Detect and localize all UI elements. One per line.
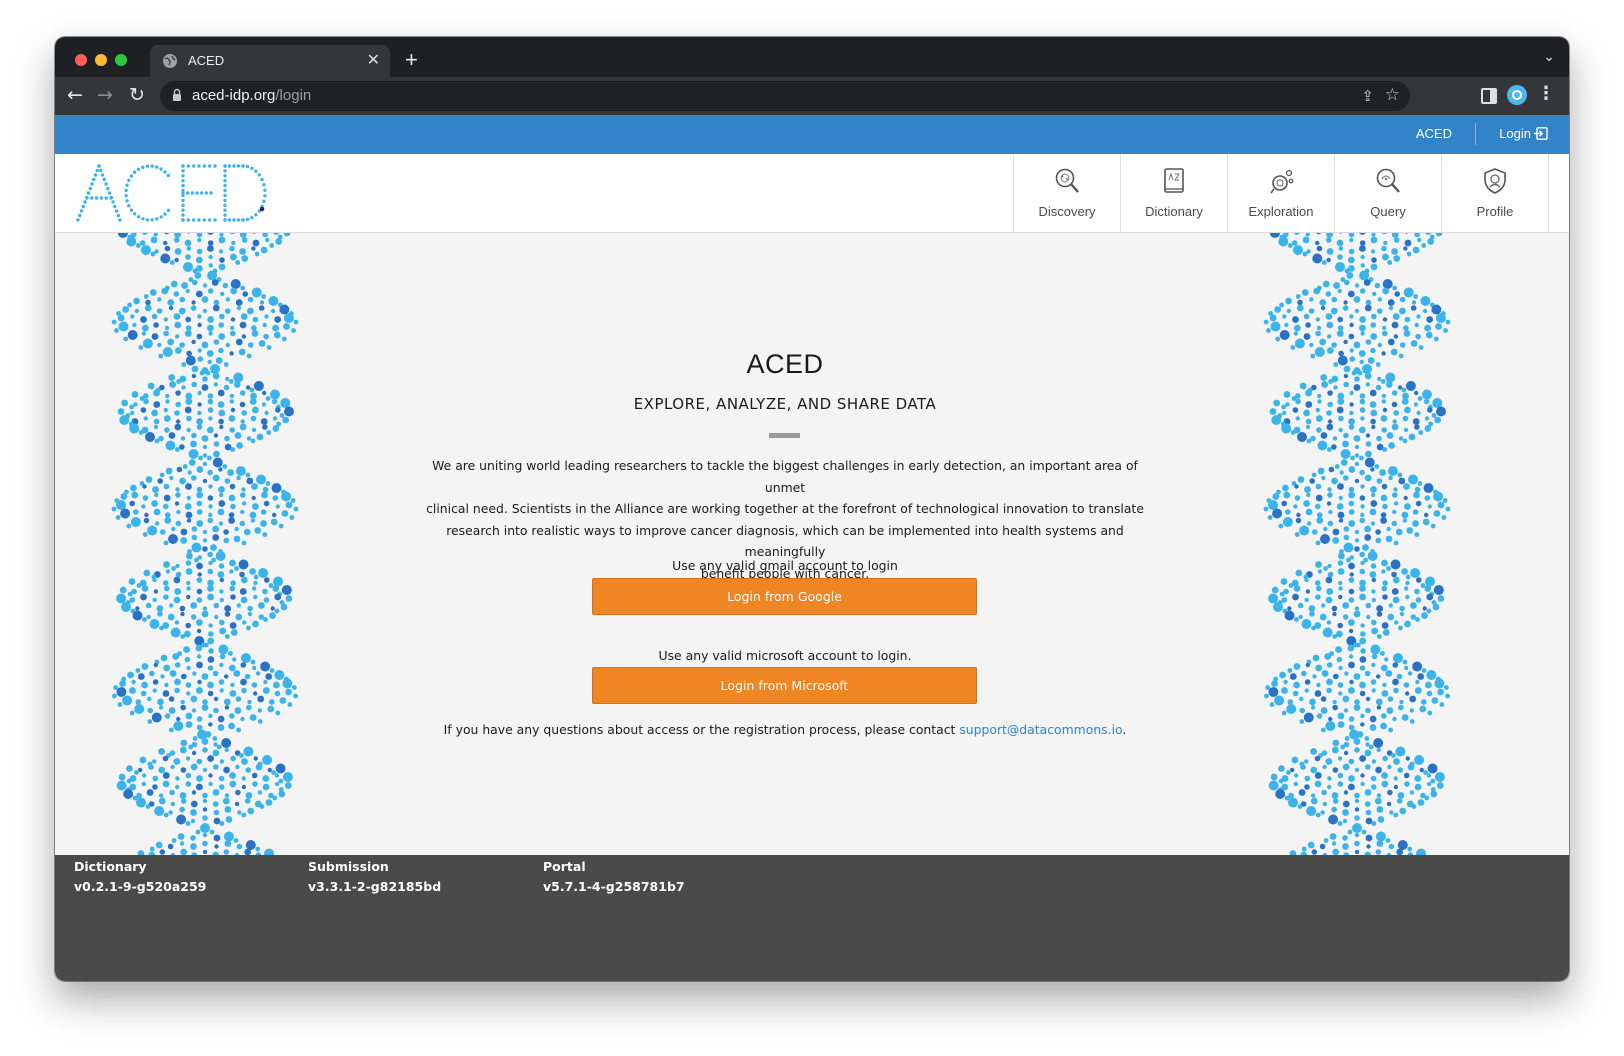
footer-version: v3.3.1-2-g82185bd <box>308 879 442 894</box>
login-microsoft-button[interactable]: Login from Microsoft <box>592 667 977 704</box>
nav-label-dictionary: Dictionary <box>1145 204 1203 219</box>
share-icon[interactable]: ⇪ <box>1361 87 1374 105</box>
discovery-icon <box>1055 168 1079 193</box>
top-bar: ACED Login <box>55 115 1569 154</box>
lock-icon <box>173 88 181 101</box>
profile-avatar-icon[interactable] <box>1507 85 1527 105</box>
footer-portal: Portal v5.7.1-4-g258781b7 <box>543 859 685 894</box>
side-panel-icon[interactable] <box>1481 88 1497 104</box>
more-menu-icon[interactable]: ⋮ <box>1537 83 1555 104</box>
footer-label: Dictionary <box>74 859 147 874</box>
globe-icon <box>163 54 177 68</box>
chevron-down-icon[interactable]: ⌄ <box>1543 49 1555 65</box>
footer-version: v0.2.1-9-g520a259 <box>74 879 207 894</box>
microsoft-login-hint: Use any valid microsoft account to login… <box>658 648 912 663</box>
dna-helix-left-image <box>111 233 299 855</box>
login-content: ACED EXPLORE, ANALYZE, AND SHARE DATA We… <box>55 233 1569 855</box>
description-line: clinical need. Scientists in the Allianc… <box>426 501 1144 516</box>
nav-label-discovery: Discovery <box>1038 204 1096 219</box>
address-bar[interactable]: aced-idp.org/login ⇪ ☆ <box>160 81 1410 111</box>
login-google-button[interactable]: Login from Google <box>592 578 977 615</box>
login-link[interactable]: Login <box>1499 126 1548 141</box>
description-line: research into realistic ways to improve … <box>446 522 1124 560</box>
topbar-divider <box>1475 123 1476 145</box>
aced-link[interactable]: ACED <box>1416 126 1452 141</box>
contact-text: If you have any questions about access o… <box>443 722 1127 737</box>
footer-label: Submission <box>308 859 389 874</box>
nav-item-exploration[interactable]: Exploration <box>1228 154 1335 232</box>
nav-label-exploration: Exploration <box>1248 204 1314 219</box>
close-tab-icon[interactable]: ✕ <box>367 50 380 70</box>
nav-label-query: Query <box>1370 204 1406 219</box>
minimize-window-button[interactable] <box>95 54 107 66</box>
footer-label: Portal <box>543 859 586 874</box>
footer-submission: Submission v3.3.1-2-g82185bd <box>308 859 441 894</box>
nav-item-query[interactable]: Query <box>1335 154 1442 232</box>
footer-version: v5.7.1-4-g258781b7 <box>543 879 685 894</box>
profile-icon <box>1484 168 1506 194</box>
forward-arrow-icon[interactable]: → <box>97 84 113 106</box>
new-tab-button[interactable]: + <box>405 47 418 73</box>
close-window-button[interactable] <box>75 54 87 66</box>
web-page: ACED Login Discovery Dictionary Explorat… <box>55 115 1569 981</box>
tab-strip: ACED ✕ + ⌄ <box>55 37 1569 77</box>
nav-item-profile[interactable]: Profile <box>1442 154 1549 232</box>
tab-title: ACED <box>188 53 225 68</box>
nav-label-profile: Profile <box>1476 204 1514 219</box>
browser-toolbar: ← → ↻ aced-idp.org/login ⇪ ☆ ⋮ <box>55 77 1569 115</box>
login-icon <box>1534 127 1548 140</box>
browser-window: ACED ✕ + ⌄ ← → ↻ aced-idp.org/login ⇪ ☆ … <box>55 37 1569 981</box>
exploration-icon <box>1270 169 1294 194</box>
page-title: ACED <box>746 349 824 379</box>
back-arrow-icon[interactable]: ← <box>67 84 83 106</box>
query-icon <box>1376 168 1400 193</box>
main-navbar: Discovery Dictionary Exploration Query P… <box>55 154 1569 233</box>
title-divider <box>769 433 800 438</box>
maximize-window-button[interactable] <box>115 54 127 66</box>
bookmark-star-icon[interactable]: ☆ <box>1385 85 1400 105</box>
aced-logo[interactable] <box>75 162 275 228</box>
footer-dictionary: Dictionary v0.2.1-9-g520a259 <box>74 859 206 894</box>
dictionary-icon <box>1164 168 1184 193</box>
dna-helix-right-image <box>1263 233 1451 855</box>
nav-item-dictionary[interactable]: Dictionary <box>1121 154 1228 232</box>
reload-icon[interactable]: ↻ <box>129 84 145 106</box>
nav-items: Discovery Dictionary Exploration Query P… <box>1013 154 1549 232</box>
footer: Dictionary v0.2.1-9-g520a259 Submission … <box>55 855 1569 981</box>
nav-item-discovery[interactable]: Discovery <box>1014 154 1121 232</box>
google-login-hint: Use any valid gmail account to login <box>672 558 898 573</box>
page-subtitle: EXPLORE, ANALYZE, AND SHARE DATA <box>633 395 937 413</box>
support-email-link[interactable]: support@datacommons.io <box>959 722 1122 737</box>
browser-tab[interactable]: ACED ✕ <box>150 45 390 77</box>
url-text: aced-idp.org/login <box>192 87 312 104</box>
description-line: We are uniting world leading researchers… <box>432 458 1138 495</box>
aced-logo-graphic <box>76 164 267 222</box>
